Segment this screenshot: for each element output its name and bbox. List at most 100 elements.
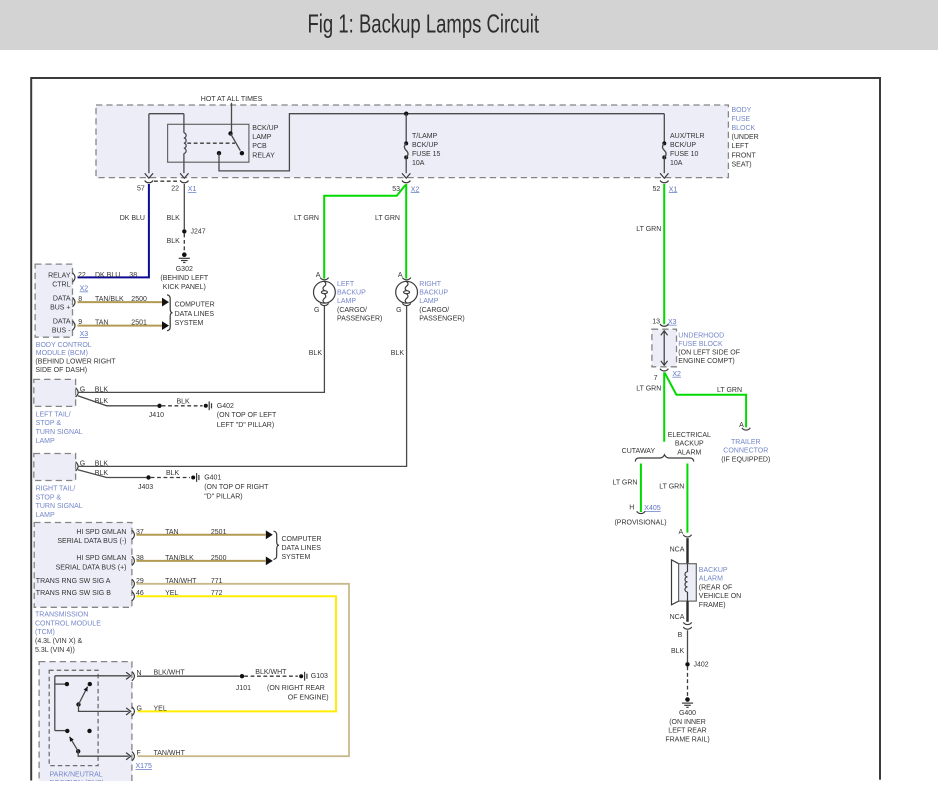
- svg-text:TRANS RNG SW SIG B: TRANS RNG SW SIG B: [36, 590, 111, 597]
- svg-text:G302: G302: [176, 266, 193, 273]
- svg-text:SIDE OF DASH): SIDE OF DASH): [35, 367, 87, 374]
- svg-text:(PROVISIONAL): (PROVISIONAL): [614, 520, 666, 527]
- svg-text:OF ENGINE): OF ENGINE): [288, 695, 329, 702]
- svg-text:HI SPD GMLAN: HI SPD GMLAN: [76, 555, 126, 562]
- svg-text:(REAR OF: (REAR OF: [699, 584, 732, 591]
- svg-text:TURN SIGNAL: TURN SIGNAL: [36, 503, 83, 510]
- svg-text:COMPUTER: COMPUTER: [175, 302, 215, 309]
- svg-text:(ON LEFT SIDE OF: (ON LEFT SIDE OF: [678, 350, 740, 357]
- svg-text:DATA LINES: DATA LINES: [282, 545, 322, 552]
- svg-text:AUX/TRLR: AUX/TRLR: [670, 133, 705, 140]
- svg-text:J101: J101: [236, 685, 251, 692]
- svg-text:YEL: YEL: [154, 705, 167, 712]
- svg-text:KICK PANEL): KICK PANEL): [163, 284, 206, 291]
- svg-text:BUS -: BUS -: [52, 328, 71, 335]
- svg-text:T/LAMP: T/LAMP: [412, 133, 438, 140]
- svg-text:BCK/UP: BCK/UP: [412, 142, 438, 149]
- svg-text:B: B: [678, 632, 683, 639]
- svg-text:X175: X175: [136, 763, 152, 770]
- svg-text:UNDERHOOD: UNDERHOOD: [678, 332, 724, 339]
- svg-text:CUTAWAY: CUTAWAY: [622, 448, 656, 455]
- svg-text:CONNECTOR: CONNECTOR: [723, 448, 768, 455]
- svg-text:BLK/WHT: BLK/WHT: [154, 669, 186, 676]
- svg-text:LAMP: LAMP: [419, 298, 438, 305]
- svg-text:BLOCK: BLOCK: [732, 125, 756, 132]
- svg-text:RIGHT: RIGHT: [419, 281, 442, 288]
- svg-text:J403: J403: [138, 484, 153, 491]
- svg-text:LAMP: LAMP: [337, 298, 356, 305]
- svg-text:BLK: BLK: [177, 399, 191, 406]
- svg-text:ALARM: ALARM: [699, 576, 723, 583]
- svg-text:FUSE 10: FUSE 10: [670, 151, 699, 158]
- svg-text:HI SPD GMLAN: HI SPD GMLAN: [76, 529, 126, 536]
- svg-text:VEHICLE ON: VEHICLE ON: [699, 593, 741, 600]
- svg-text:DATA: DATA: [53, 295, 71, 302]
- svg-text:X3: X3: [80, 331, 89, 338]
- svg-text:TRANS RNG SW SIG A: TRANS RNG SW SIG A: [36, 578, 111, 585]
- svg-text:TAN/BLK: TAN/BLK: [165, 555, 194, 562]
- svg-text:SEAT): SEAT): [732, 162, 752, 169]
- svg-text:DATA LINES: DATA LINES: [175, 311, 215, 318]
- svg-text:TRANSMISSION: TRANSMISSION: [35, 612, 88, 619]
- svg-text:SYSTEM: SYSTEM: [282, 554, 311, 561]
- svg-text:TAN: TAN: [165, 529, 178, 536]
- svg-text:(4.3L (VIN X) &: (4.3L (VIN X) &: [35, 638, 83, 645]
- svg-text:LEFT TAIL/: LEFT TAIL/: [36, 411, 71, 418]
- svg-text:CTRL: CTRL: [52, 281, 70, 288]
- svg-text:BACKUP: BACKUP: [419, 290, 448, 297]
- svg-text:HOT AT ALL TIMES: HOT AT ALL TIMES: [201, 96, 263, 103]
- svg-text:G401: G401: [204, 474, 221, 481]
- svg-text:LT GRN: LT GRN: [375, 215, 400, 222]
- svg-text:(ON INNER: (ON INNER: [669, 719, 706, 726]
- svg-text:LT GRN: LT GRN: [294, 215, 319, 222]
- svg-text:RELAY: RELAY: [252, 152, 275, 159]
- svg-text:BLK/WHT: BLK/WHT: [255, 669, 287, 676]
- svg-text:A: A: [679, 529, 684, 536]
- svg-text:H: H: [629, 505, 634, 512]
- svg-text:BLK: BLK: [167, 238, 181, 245]
- svg-text:LAMP: LAMP: [36, 438, 55, 445]
- svg-text:(CARGO/: (CARGO/: [337, 307, 367, 314]
- svg-text:52: 52: [653, 186, 661, 193]
- svg-text:LEFT REAR: LEFT REAR: [668, 728, 706, 735]
- svg-text:PASSENGER): PASSENGER): [337, 315, 382, 322]
- svg-text:LEFT "D" PILLAR): LEFT "D" PILLAR): [217, 422, 274, 429]
- svg-text:FRAME RAIL): FRAME RAIL): [665, 736, 709, 743]
- svg-text:LEFT: LEFT: [732, 143, 750, 150]
- svg-text:RIGHT TAIL/: RIGHT TAIL/: [36, 486, 76, 493]
- svg-text:LT GRN: LT GRN: [636, 386, 661, 393]
- svg-text:772: 772: [211, 590, 223, 597]
- svg-text:BLK: BLK: [309, 350, 323, 357]
- svg-text:X2: X2: [672, 371, 681, 378]
- svg-text:10A: 10A: [412, 160, 425, 167]
- svg-text:2501: 2501: [211, 529, 227, 536]
- svg-text:ALARM: ALARM: [677, 449, 701, 456]
- svg-text:TAN/BLK: TAN/BLK: [95, 296, 124, 303]
- svg-text:BODY CONTROL: BODY CONTROL: [36, 342, 92, 349]
- svg-text:SYSTEM: SYSTEM: [175, 320, 204, 327]
- svg-text:TAN/WHT: TAN/WHT: [154, 750, 186, 757]
- svg-text:X1: X1: [669, 186, 678, 193]
- svg-text:(ON TOP OF LEFT: (ON TOP OF LEFT: [217, 412, 277, 419]
- svg-text:ELECTRICAL: ELECTRICAL: [668, 432, 711, 439]
- svg-text:NCA: NCA: [670, 546, 685, 553]
- svg-text:X3: X3: [668, 319, 677, 326]
- svg-text:FUSE 15: FUSE 15: [412, 151, 441, 158]
- svg-text:(ON RIGHT REAR: (ON RIGHT REAR: [267, 685, 325, 692]
- svg-text:G400: G400: [679, 710, 696, 717]
- svg-text:LT GRN: LT GRN: [659, 484, 684, 491]
- svg-text:PASSENGER): PASSENGER): [419, 315, 464, 322]
- svg-text:BACKUP: BACKUP: [699, 567, 728, 574]
- svg-text:7: 7: [654, 375, 658, 382]
- svg-text:"D" PILLAR): "D" PILLAR): [204, 493, 242, 500]
- svg-text:BLK: BLK: [671, 648, 685, 655]
- svg-text:(UNDER: (UNDER: [732, 134, 759, 141]
- svg-text:FRONT: FRONT: [732, 152, 757, 159]
- svg-text:Fig 1: Backup Lamps Circuit: Fig 1: Backup Lamps Circuit: [308, 8, 540, 38]
- svg-text:TURN SIGNAL: TURN SIGNAL: [36, 429, 83, 436]
- svg-text:FRAME): FRAME): [699, 602, 726, 609]
- svg-text:STOP &: STOP &: [36, 494, 62, 501]
- svg-text:G: G: [314, 307, 319, 314]
- svg-text:ENGINE COMPT): ENGINE COMPT): [678, 358, 734, 365]
- svg-text:TAN/WHT: TAN/WHT: [165, 578, 197, 585]
